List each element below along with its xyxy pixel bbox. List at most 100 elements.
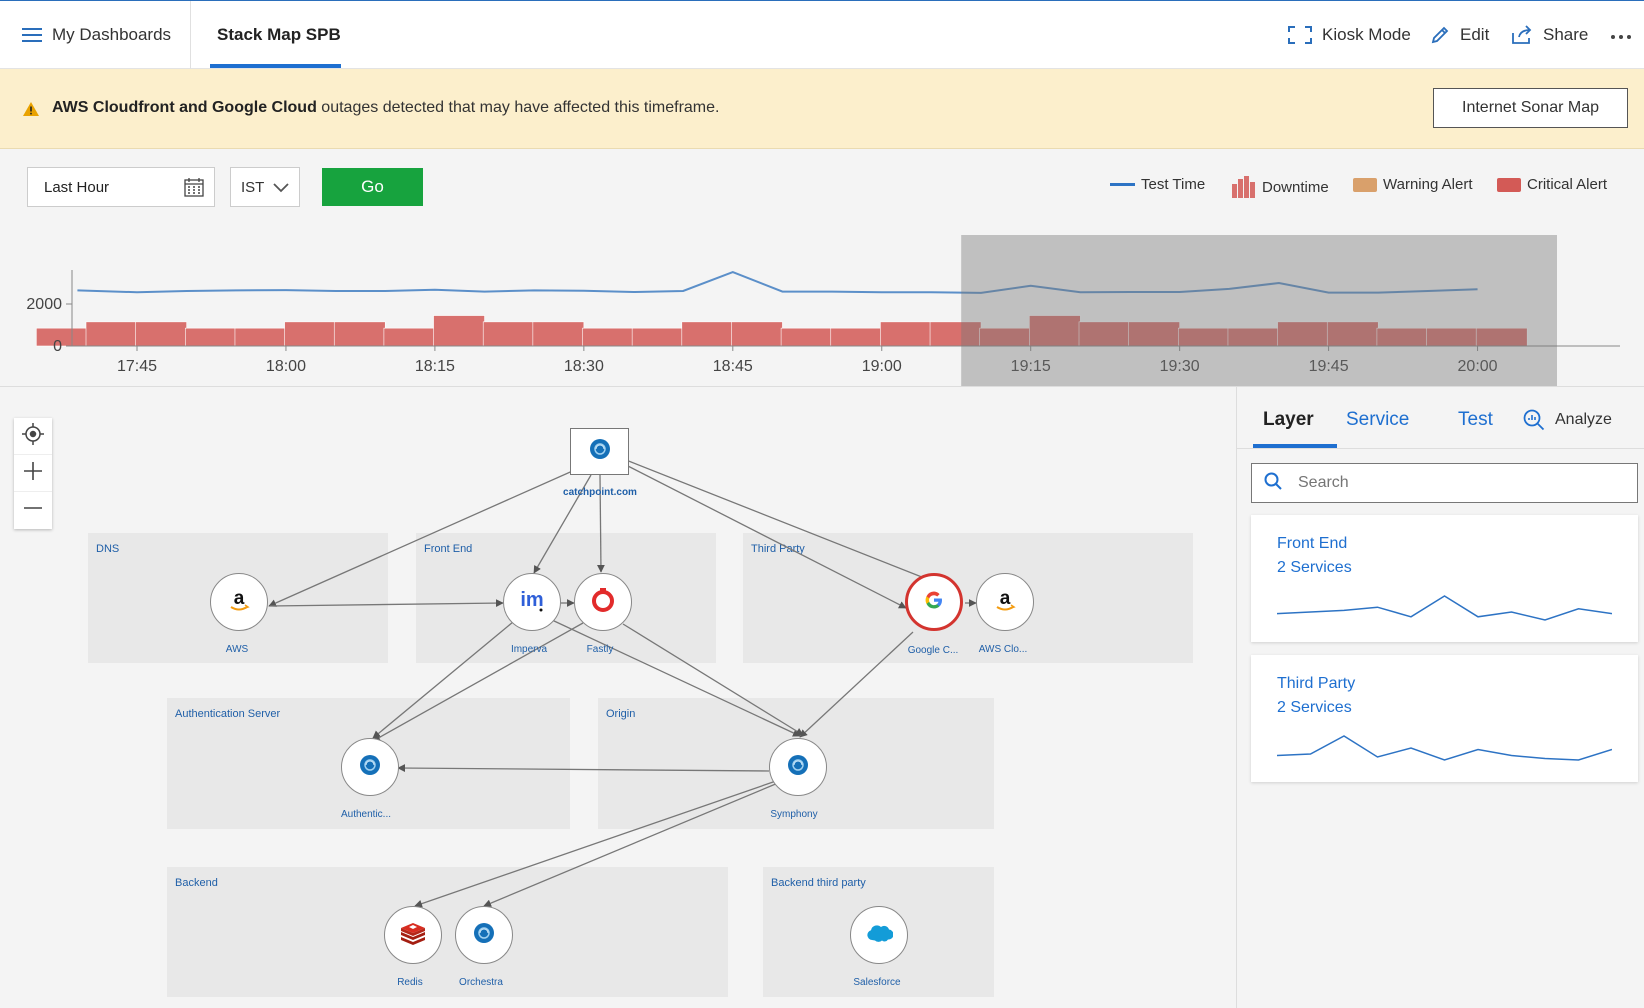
node-symphony[interactable] — [769, 738, 827, 796]
search-input[interactable] — [1251, 463, 1638, 503]
selected-range-overlay — [961, 235, 1557, 386]
critical-swatch-icon — [1497, 177, 1521, 192]
y-tick-label: 0 — [53, 338, 62, 355]
downtime-bar — [85, 321, 138, 347]
my-dashboards-button[interactable]: My Dashboards — [22, 1, 171, 69]
x-tick-label: 18:15 — [415, 358, 455, 375]
zoom-out-button[interactable] — [14, 492, 52, 529]
layer-card-front-end[interactable]: Front End 2 Services — [1251, 515, 1638, 642]
node-orchestra[interactable] — [455, 906, 513, 964]
layer-card-third-party[interactable]: Third Party 2 Services — [1251, 655, 1638, 782]
share-button[interactable]: Share — [1511, 1, 1588, 69]
group-label: Backend — [175, 877, 218, 889]
layer-card-sparkline — [1277, 735, 1612, 761]
banner-message: AWS Cloudfront and Google Cloud outages … — [52, 99, 719, 117]
node-label: AWS Clo... — [978, 644, 1028, 655]
group-label: Backend third party — [771, 877, 866, 889]
zoom-in-button[interactable] — [14, 455, 52, 492]
root-node-label: catchpoint.com — [563, 487, 637, 498]
node-label: Fastly — [586, 644, 614, 655]
bars-swatch-icon — [1232, 176, 1255, 198]
downtime-bar — [284, 321, 336, 347]
node-google-cloud[interactable] — [905, 573, 963, 631]
group-label: Authentication Server — [175, 708, 281, 720]
share-label: Share — [1543, 25, 1589, 44]
locate-icon — [22, 422, 44, 450]
node-aws[interactable]: a — [210, 573, 268, 631]
pencil-icon — [1430, 25, 1450, 45]
kiosk-mode-label: Kiosk Mode — [1322, 25, 1411, 44]
downtime-bar — [482, 321, 535, 347]
go-button[interactable]: Go — [322, 168, 423, 206]
stack-map-page: My Dashboards Stack Map SPB Kiosk Mode E… — [0, 0, 1644, 1008]
node-label: Symphony — [770, 809, 818, 820]
node-label: Salesforce — [853, 977, 901, 988]
node-label: Authentic... — [340, 809, 392, 820]
more-options-button[interactable] — [1610, 1, 1632, 69]
layer-card-title: Front End — [1277, 535, 1348, 552]
internet-sonar-map-button[interactable]: Internet Sonar Map — [1433, 88, 1628, 128]
downtime-bar — [433, 315, 485, 347]
node-redis[interactable] — [384, 906, 442, 964]
downtime-bar — [582, 327, 634, 347]
hamburger-menu-icon — [22, 27, 42, 43]
tab-stack-map[interactable]: Stack Map SPB — [217, 1, 341, 69]
legend-warning-alert: Warning Alert — [1353, 176, 1472, 193]
catchpoint-icon — [359, 754, 381, 781]
timezone-select[interactable]: IST — [230, 167, 300, 207]
sparkline-path — [1277, 735, 1612, 761]
downtime-bar — [780, 327, 833, 347]
amazon-icon: a — [226, 587, 252, 618]
outage-banner: AWS Cloudfront and Google Cloud outages … — [0, 69, 1644, 149]
time-range-input[interactable]: Last Hour — [27, 167, 215, 207]
share-icon — [1511, 25, 1533, 45]
recenter-button[interactable] — [14, 418, 52, 455]
svg-text:a: a — [234, 588, 245, 609]
x-tick-label: 19:00 — [862, 358, 902, 375]
svg-text:a: a — [1000, 588, 1011, 609]
zoom-in-icon — [23, 461, 43, 486]
catchpoint-icon — [589, 438, 611, 465]
imperva-icon: im — [518, 588, 546, 617]
calendar-icon[interactable] — [184, 177, 204, 201]
downtime-bar — [383, 327, 436, 347]
amazon-icon: a — [992, 587, 1018, 618]
map-zoom-controls — [14, 418, 52, 529]
downtime-bar — [135, 321, 187, 347]
edit-label: Edit — [1460, 25, 1490, 44]
root-node-catchpoint[interactable] — [570, 428, 629, 475]
kiosk-mode-button[interactable]: Kiosk Mode — [1288, 1, 1411, 69]
top-bar: My Dashboards Stack Map SPB Kiosk Mode E… — [0, 0, 1644, 69]
legend-test-time-label: Test Time — [1141, 176, 1206, 193]
timeline-chart[interactable]: 0200017:4518:0018:1518:3018:4519:0019:15… — [0, 230, 1644, 386]
downtime-bar — [333, 321, 386, 347]
x-tick-label: 18:30 — [564, 358, 604, 375]
x-tick-label: 17:45 — [117, 358, 157, 375]
legend-critical-alert: Critical Alert — [1497, 176, 1607, 193]
node-authentication[interactable] — [341, 738, 399, 796]
node-label: Orchestra — [459, 977, 503, 988]
node-salesforce[interactable] — [850, 906, 908, 964]
downtime-bar — [681, 321, 734, 347]
layer-card-services: 2 Services — [1277, 559, 1352, 576]
legend-warning-label: Warning Alert — [1383, 176, 1473, 193]
google-icon — [923, 589, 945, 616]
analyze-button[interactable]: Analyze — [1523, 409, 1612, 431]
node-imperva[interactable]: im — [503, 573, 561, 631]
active-tab-indicator — [210, 64, 341, 68]
node-fastly[interactable] — [574, 573, 632, 631]
edit-button[interactable]: Edit — [1430, 1, 1489, 69]
redis-icon — [400, 921, 426, 950]
tab-layer[interactable]: Layer — [1263, 409, 1314, 431]
legend-downtime-label: Downtime — [1262, 178, 1329, 196]
my-dashboards-label: My Dashboards — [52, 25, 172, 44]
legend-downtime: Downtime — [1232, 176, 1329, 198]
more-icon — [1610, 25, 1632, 45]
tab-test[interactable]: Test — [1458, 409, 1493, 431]
downtime-bar — [532, 321, 585, 347]
banner-outage-detail: outages detected that may have affected … — [316, 99, 720, 116]
node-label: AWS — [225, 644, 249, 655]
node-aws-cloudfront[interactable]: a — [976, 573, 1034, 631]
warning-icon — [22, 101, 40, 122]
tab-service[interactable]: Service — [1346, 409, 1409, 431]
